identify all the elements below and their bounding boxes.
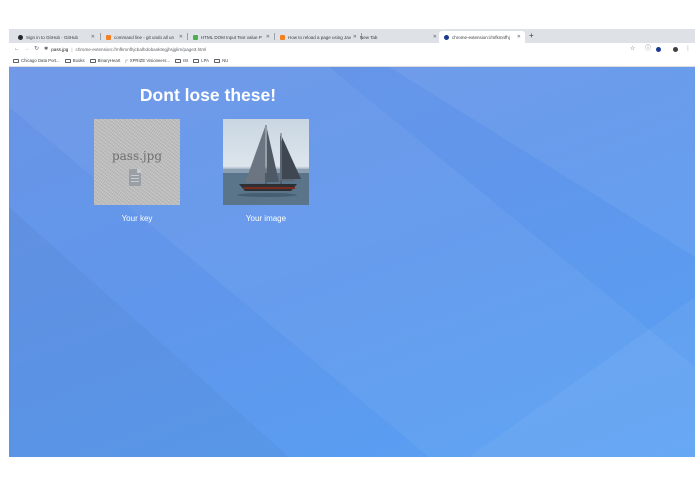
address-url: chrome-extension://mfkmnfhjcbalhdobaokte… [75,46,207,52]
sailboat-illustration [223,125,309,205]
extension-dot-icon[interactable] [656,47,661,52]
extension-puzzle-icon: ✱ [44,46,49,52]
image-card: Your image [223,119,309,223]
star-icon[interactable]: ☆ [630,44,635,54]
bookmark-label: XPRIZE Visioneers... [129,58,170,63]
sailboat-image[interactable] [223,119,309,205]
bookmark-lpa[interactable]: LPA [193,58,209,63]
bookmark-isi[interactable]: ISI [174,58,189,63]
github-icon [18,34,23,40]
folder-icon [214,58,221,63]
bookmark-label: LPA [201,58,210,63]
stackoverflow-icon [106,34,111,40]
bookmark-books[interactable]: Books [64,58,85,63]
close-icon[interactable]: ✕ [266,34,270,40]
address-toolbar: ← → ↻ ✱ pass.jpg | chrome-extension://mf… [9,43,695,55]
bookmark-binaryheart[interactable]: BinaryHeart [89,58,121,63]
close-icon[interactable]: ✕ [517,34,521,40]
tab-new-tab[interactable]: New Tab ✕ [355,31,441,43]
bookmark-label: NU [222,58,229,63]
tab-title: chrome-extension://mfkmnfhj [452,34,510,40]
file-icon [129,169,141,186]
tab-stackoverflow-reload[interactable]: How to reload a page using Jav ✕ [275,31,361,43]
tab-strip: Sign in to GitHub · GitHub ✕ command lin… [9,29,695,43]
menu-kebab-icon[interactable]: ⋮ [685,44,691,54]
folder-icon [64,58,71,63]
info-icon[interactable]: ⓘ [645,44,651,54]
tab-title: command line - git undo all un [114,34,175,40]
folder-icon [174,58,181,63]
tab-extension-active[interactable]: chrome-extension://mfkmnfhj ✕ [439,31,525,43]
bookmark-xprize[interactable]: |ˣ XPRIZE Visioneers... [125,58,170,63]
bookmark-label: Books [72,58,85,63]
key-image-filename: pass.jpg [111,149,163,163]
address-separator: | [71,46,73,52]
page-title: Dont lose these! [139,85,277,105]
back-arrow-icon[interactable]: ← [14,44,20,54]
folder-icon [13,58,19,63]
bookmark-nu[interactable]: NU [214,58,228,63]
w3schools-icon [193,34,198,40]
xprize-icon: |ˣ [125,58,128,63]
key-caption: Your key [121,214,153,223]
extension-icon [444,34,449,40]
address-bar[interactable]: ✱ pass.jpg | chrome-extension://mfkmnfhj… [44,44,629,54]
key-card: pass.jpg Your key [94,119,180,223]
bookmark-label: ISI [182,58,189,63]
stackoverflow-icon [280,34,285,40]
reload-icon[interactable]: ↻ [34,44,39,54]
tab-title: How to reload a page using Jav [288,34,352,40]
bookmark-chicago-data[interactable]: Chicago Data Port... [13,58,60,63]
folder-icon [193,58,200,63]
address-host: pass.jpg [51,46,69,52]
profile-avatar-icon[interactable] [673,47,678,52]
tab-w3schools[interactable]: HTML DOM Input Text value P ✕ [188,31,274,43]
tab-title: Sign in to GitHub · GitHub [26,34,79,40]
image-caption: Your image [245,214,287,223]
close-icon[interactable]: ✕ [433,34,437,40]
bookmarks-bar: Chicago Data Port... Books BinaryHeart |… [9,55,695,67]
tab-github[interactable]: Sign in to GitHub · GitHub ✕ [13,31,99,43]
bookmark-label: Chicago Data Port... [21,58,60,63]
extension-page: Dont lose these! pass.jpg Your key Your … [9,67,695,457]
tab-title: HTML DOM Input Text value P [201,34,262,40]
tab-title: New Tab [360,34,378,40]
browser-window: Sign in to GitHub · GitHub ✕ command lin… [9,29,695,457]
bookmark-label: BinaryHeart [97,58,121,63]
forward-arrow-icon[interactable]: → [24,44,30,54]
close-icon[interactable]: ✕ [91,34,95,40]
key-image[interactable]: pass.jpg [94,119,180,205]
close-icon[interactable]: ✕ [179,34,183,40]
folder-icon [89,58,96,63]
tab-stackoverflow-git[interactable]: command line - git undo all un ✕ [101,31,187,43]
new-tab-button[interactable]: + [529,31,534,41]
